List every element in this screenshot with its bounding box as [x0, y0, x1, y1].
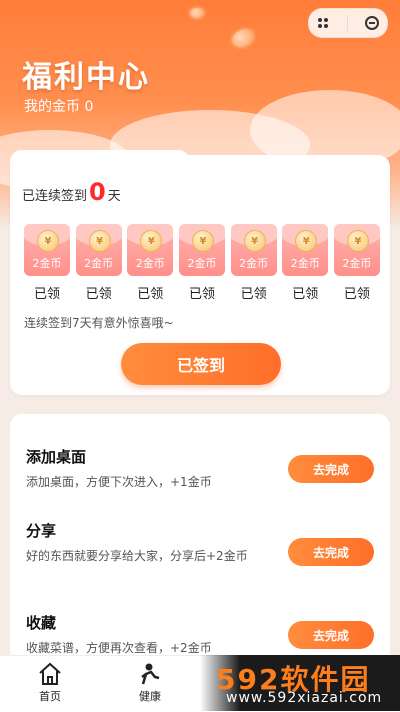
- red-envelope: ¥2金币: [178, 224, 225, 276]
- task-title-favorite: 收藏: [26, 614, 57, 632]
- coin-icon: ¥: [243, 230, 266, 252]
- checked-in-button[interactable]: 已签到: [121, 343, 281, 385]
- coin-balance: 我的金币 0: [24, 99, 94, 115]
- red-envelope: ¥2金币: [75, 224, 122, 276]
- envelope-amount: 2金币: [187, 257, 217, 270]
- more-icon[interactable]: [317, 18, 330, 28]
- envelope-amount: 2金币: [342, 257, 372, 270]
- envelope-amount: 2金币: [84, 257, 114, 270]
- red-envelope: ¥2金币: [282, 224, 329, 276]
- task-complete-button[interactable]: 去完成: [288, 538, 374, 566]
- coin-icon: ¥: [88, 230, 111, 252]
- claimed-label: 已领: [33, 287, 60, 302]
- divider: [346, 15, 348, 31]
- coin-icon: ¥: [295, 230, 318, 252]
- coin-icon: ¥: [346, 230, 369, 252]
- task-complete-button[interactable]: 去完成: [288, 621, 374, 649]
- claimed-label: 已领: [240, 287, 267, 302]
- close-icon[interactable]: [364, 16, 379, 30]
- task-title-share: 分享: [26, 522, 57, 540]
- claimed-label: 已领: [188, 287, 215, 302]
- tab-home-label: 首页: [39, 690, 61, 703]
- claimed-label: 已领: [292, 287, 319, 302]
- envelope-amount: 2金币: [290, 257, 320, 270]
- tab-health-label: 健康: [139, 690, 161, 703]
- red-envelope: ¥2金币: [127, 224, 174, 276]
- envelope-amount: 2金币: [135, 257, 165, 270]
- mini-program-capsule: [308, 8, 388, 38]
- coin-decoration-icon: [229, 26, 257, 50]
- claimed-label: 已领: [343, 287, 370, 302]
- task-desc-add-desktop: 添加桌面，方便下次进入，+1金币: [26, 475, 212, 489]
- claimed-label: 已领: [137, 287, 164, 302]
- coin-decoration-icon: [190, 8, 204, 18]
- task-desc-share: 好的东西就要分享给大家，分享后+2金币: [26, 549, 248, 563]
- coin-icon: ¥: [140, 230, 163, 252]
- streak-prefix: 已连续签到: [22, 189, 88, 204]
- red-envelope: ¥2金币: [24, 224, 70, 276]
- home-icon: [39, 662, 61, 685]
- tab-home[interactable]: 首页: [20, 662, 80, 704]
- streak-text: 已连续签到 0 天: [22, 178, 121, 206]
- red-envelope: ¥2金币: [333, 224, 380, 276]
- coin-icon: ¥: [37, 230, 59, 252]
- claimed-label: 已领: [85, 287, 112, 302]
- envelope-amount: 2金币: [32, 257, 62, 270]
- tab-health[interactable]: 健康: [120, 662, 180, 704]
- watermark-url: www.592xiazai.com: [226, 690, 383, 706]
- health-icon: [141, 663, 160, 685]
- claimed-status-row: 已领 已领 已领 已领 已领 已领 已领: [24, 283, 380, 302]
- streak-suffix: 天: [107, 189, 121, 204]
- task-complete-button[interactable]: 去完成: [288, 455, 374, 483]
- envelope-row: ¥2金币 ¥2金币 ¥2金币 ¥2金币 ¥2金币 ¥2金币 ¥2金币: [24, 224, 380, 276]
- coin-icon: ¥: [191, 230, 214, 252]
- task-title-add-desktop: 添加桌面: [26, 448, 87, 466]
- envelope-amount: 2金币: [239, 257, 269, 270]
- page-title: 福利中心: [22, 60, 150, 95]
- red-envelope: ¥2金币: [230, 224, 277, 276]
- checkin-hint: 连续签到7天有意外惊喜哦~: [24, 316, 174, 330]
- streak-count: 0: [89, 178, 106, 206]
